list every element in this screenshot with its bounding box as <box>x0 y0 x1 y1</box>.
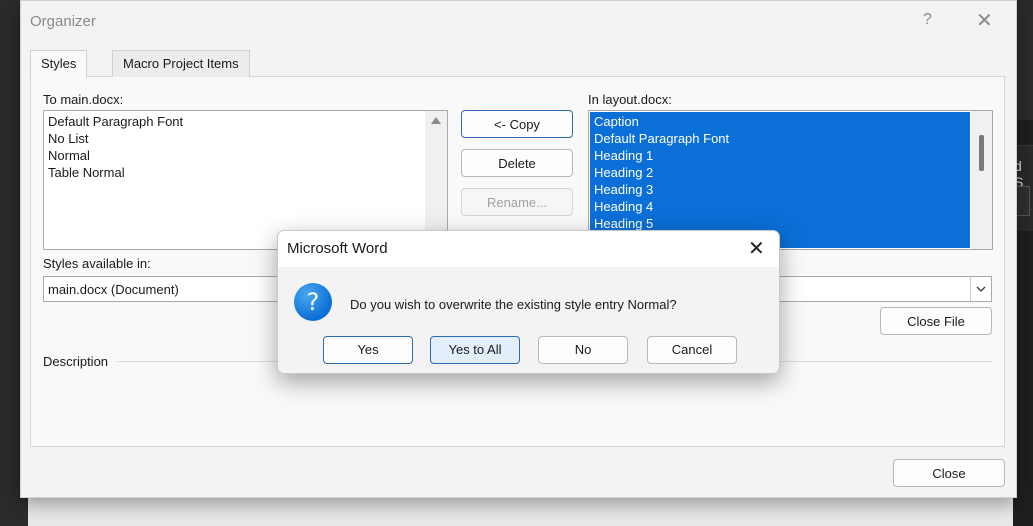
delete-button[interactable]: Delete <box>461 149 573 177</box>
question-icon: ? <box>294 283 332 321</box>
list-item[interactable]: Table Normal <box>44 164 183 181</box>
help-button[interactable]: ? <box>923 11 932 29</box>
message-box-title: Microsoft Word <box>287 240 388 257</box>
close-icon[interactable]: ✕ <box>976 8 993 33</box>
list-item[interactable]: Heading 3 <box>590 181 970 198</box>
tab-styles[interactable]: Styles <box>30 50 88 78</box>
to-styles-list[interactable]: Default Paragraph Font No List Normal Ta… <box>43 110 448 250</box>
scrollbar[interactable] <box>971 111 992 249</box>
to-document-label: To main.docx: <box>43 92 124 107</box>
list-item[interactable]: Normal <box>44 147 183 164</box>
list-item[interactable]: Heading 1 <box>590 147 970 164</box>
scroll-thumb[interactable] <box>979 135 984 171</box>
copy-button[interactable]: <- Copy <box>461 110 573 138</box>
background-strip <box>28 497 1013 526</box>
yes-button[interactable]: Yes <box>323 336 413 364</box>
scroll-up-icon[interactable] <box>431 117 441 124</box>
in-document-label: In layout.docx: <box>588 92 672 107</box>
in-styles-list[interactable]: Caption Default Paragraph Font Heading 1… <box>588 110 993 250</box>
cancel-button[interactable]: Cancel <box>647 336 737 364</box>
rename-button[interactable]: Rename... <box>461 188 573 216</box>
yes-to-all-button[interactable]: Yes to All <box>430 336 520 364</box>
close-icon[interactable]: ✕ <box>748 236 765 261</box>
chevron-down-icon[interactable] <box>970 277 991 301</box>
organizer-title: Organizer <box>30 13 96 30</box>
list-item[interactable]: Heading 4 <box>590 198 970 215</box>
description-label: Description <box>43 354 109 369</box>
no-button[interactable]: No <box>538 336 628 364</box>
styles-available-label: Styles available in: <box>43 256 151 271</box>
list-item[interactable]: Default Paragraph Font <box>44 113 183 130</box>
list-item[interactable]: Default Paragraph Font <box>590 130 970 147</box>
scrollbar[interactable] <box>425 111 447 249</box>
message-text: Do you wish to overwrite the existing st… <box>350 297 677 312</box>
list-item[interactable]: Caption <box>590 113 970 130</box>
list-item[interactable]: No List <box>44 130 183 147</box>
close-file-button[interactable]: Close File <box>880 307 992 335</box>
tab-macro-project-items[interactable]: Macro Project Items <box>112 50 250 77</box>
list-item[interactable]: Heading 2 <box>590 164 970 181</box>
message-box: Microsoft Word ✕ ? Do you wish to overwr… <box>277 230 780 374</box>
background-control <box>1016 186 1030 216</box>
styles-available-combo[interactable]: main.docx (Document) <box>43 276 283 302</box>
close-button[interactable]: Close <box>893 459 1005 487</box>
